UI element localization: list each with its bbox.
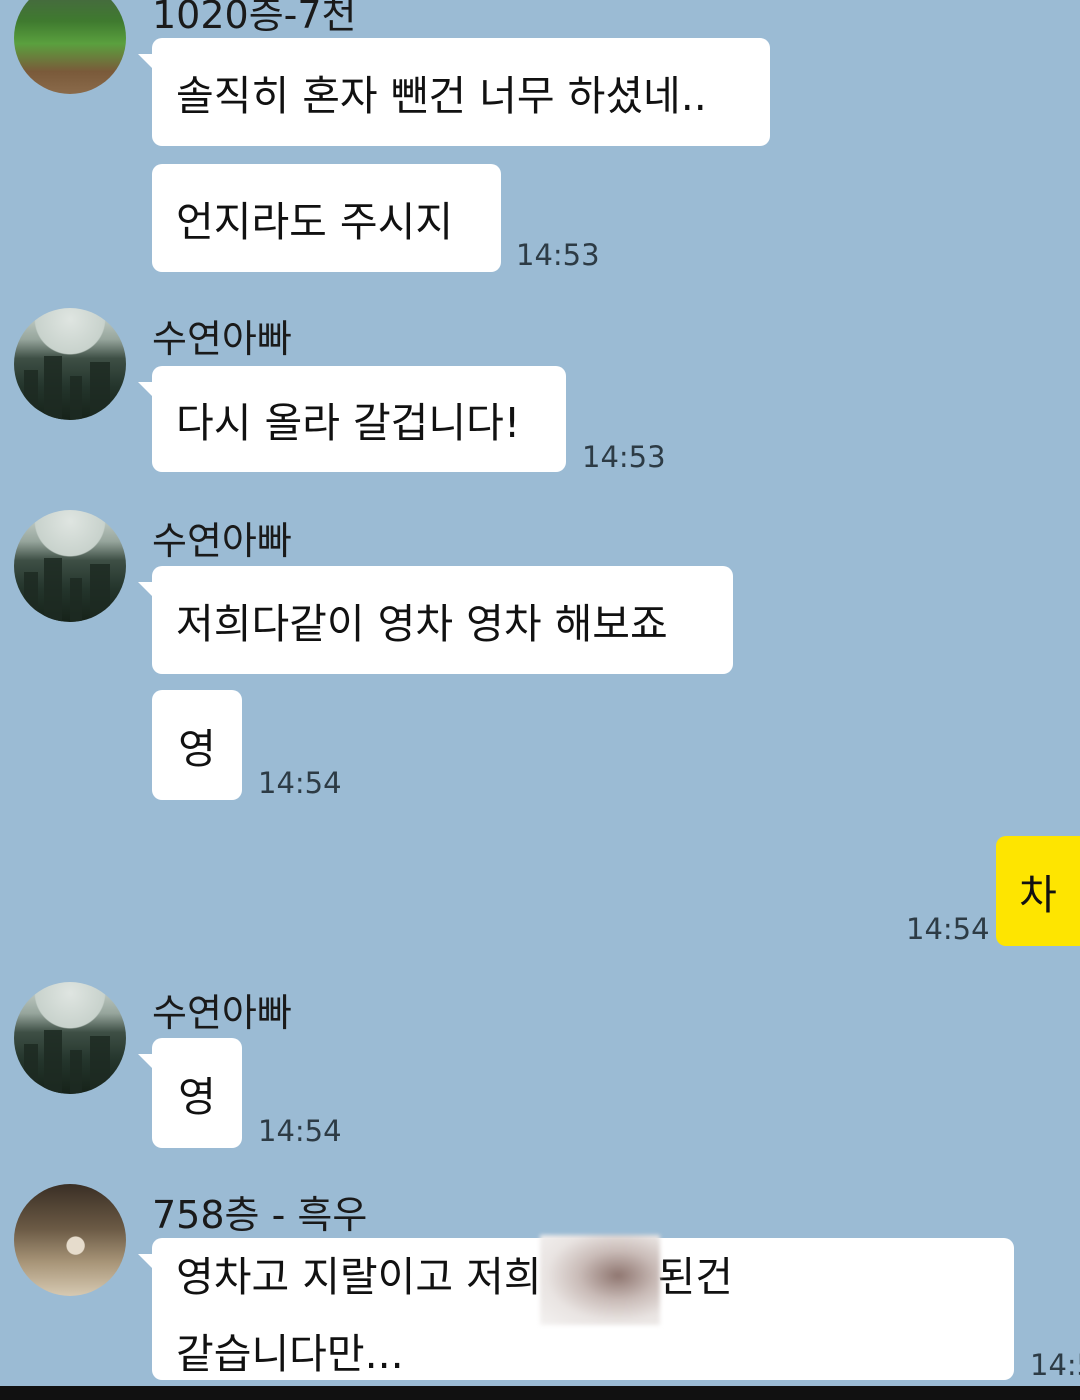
sender-name: 1020층-7천 (152, 0, 357, 37)
my-message-bubble[interactable]: 차 (996, 836, 1080, 946)
sender-name: 수연아빠 (152, 317, 292, 361)
message-text: 영 (178, 1073, 216, 1121)
sender-name: 수연아빠 (152, 519, 292, 563)
message-bubble[interactable]: 솔직히 혼자 뺀건 너무 하셨네.. (138, 38, 770, 146)
message-bubble[interactable]: 영 (152, 690, 242, 800)
sender-name: 758층 - 흑우 (152, 1193, 368, 1237)
message-bubble[interactable]: 영 (138, 1038, 242, 1148)
message-bubble[interactable]: 저희다같이 영차 영차 해보죠 (138, 566, 733, 674)
message-text: 영 (178, 725, 216, 773)
message-text: 솔직히 혼자 뺀건 너무 하셨네.. (176, 72, 707, 120)
message-text: 같습니다만... (176, 1330, 404, 1378)
bottom-bar (0, 1386, 1080, 1400)
message-time: 14:5 (1030, 1348, 1080, 1382)
message-bubble[interactable]: 영차고 지랄이고 저희 된건 같습니다만... (138, 1235, 1014, 1383)
message-bubble[interactable]: 다시 올라 갈겁니다! (138, 366, 566, 472)
message-bubble[interactable]: 언지라도 주시지 (152, 164, 501, 272)
message-line: 같습니다만... (176, 1325, 404, 1383)
message-text: 언지라도 주시지 (176, 198, 454, 246)
message-text: 영차고 지랄이고 저희 (176, 1253, 542, 1301)
redacted-blur (539, 1235, 660, 1325)
avatar-suyeon[interactable] (14, 982, 126, 1094)
message-text: 된건 (657, 1253, 733, 1301)
avatar-1020[interactable] (14, 0, 126, 94)
avatar-suyeon[interactable] (14, 308, 126, 420)
message-time: 14:53 (582, 440, 666, 474)
message-time: 14:54 (258, 766, 342, 800)
chat-area[interactable]: 1020층-7천 솔직히 혼자 뺀건 너무 하셨네.. 언지라도 주시지 14:… (0, 0, 1080, 1400)
sender-name: 수연아빠 (152, 991, 292, 1035)
message-text: 차 (1019, 871, 1057, 919)
message-time: 14:54 (906, 912, 990, 946)
avatar-758[interactable] (14, 1184, 126, 1296)
avatar-suyeon[interactable] (14, 510, 126, 622)
message-time: 14:54 (258, 1114, 342, 1148)
message-line: 영차고 지랄이고 저희 된건 (176, 1235, 733, 1325)
message-time: 14:53 (516, 238, 600, 272)
message-text: 저희다같이 영차 영차 해보죠 (176, 600, 668, 648)
message-text: 다시 올라 갈겁니다! (176, 399, 521, 447)
